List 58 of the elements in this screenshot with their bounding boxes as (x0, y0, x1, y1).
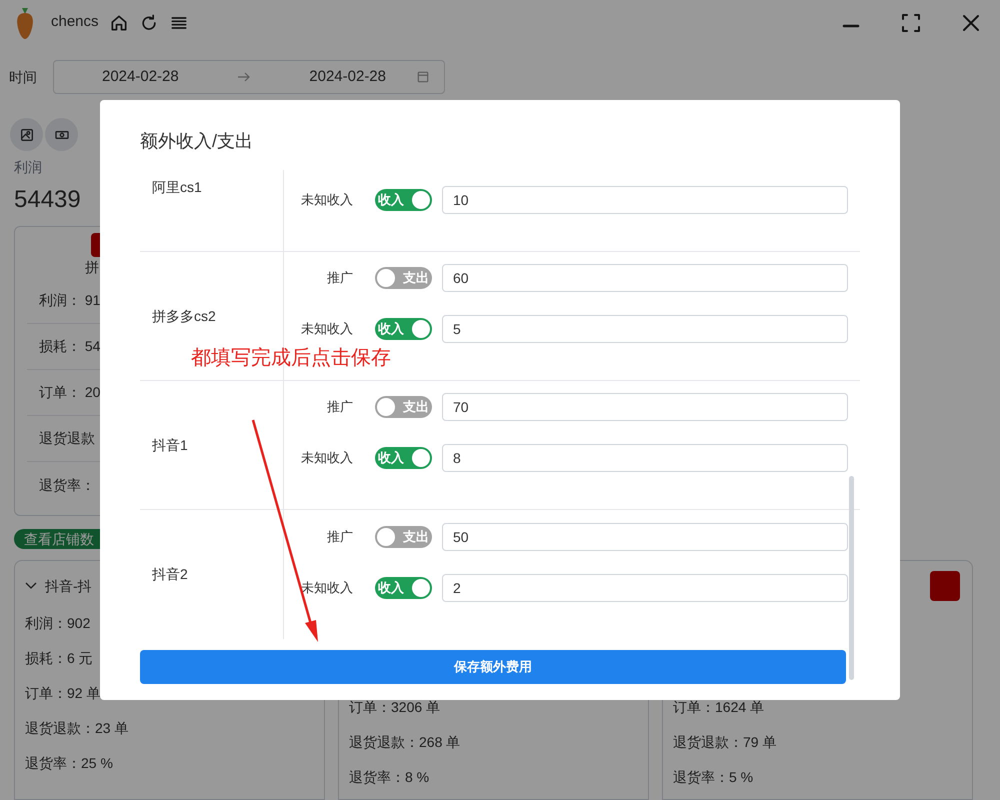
amount-input[interactable]: 70 (442, 393, 848, 421)
dialog-title: 额外收入/支出 (139, 130, 254, 153)
stat-text: 退货率： (39, 476, 95, 495)
home-icon[interactable] (108, 12, 129, 33)
amount-input[interactable]: 8 (442, 444, 848, 472)
shop-name: 拼 (85, 258, 100, 278)
item-label: 未知收入 (300, 191, 353, 210)
amount-input[interactable]: 60 (442, 264, 848, 292)
stat-text: 退货退款：268 单 (349, 733, 462, 750)
stat-text: 退货退款：79 单 (673, 733, 778, 750)
stat-text: 订单：3206 单 (349, 698, 442, 715)
item-label: 未知收入 (300, 579, 353, 598)
item-label: 推广 (326, 398, 353, 416)
toggle-switch[interactable]: 收入 (375, 189, 432, 211)
stat-text: 损耗：6 元 (25, 649, 94, 666)
profit-label: 利润 (13, 158, 43, 178)
stat-text: 损耗： 54 (39, 337, 100, 356)
stat-text: 订单： 20 (39, 383, 100, 402)
toggle-switch[interactable]: 支出 (375, 526, 432, 548)
stat-text: 退货率：5 % (673, 768, 754, 785)
group-name: 抖音1 (152, 436, 188, 454)
save-button[interactable]: 保存额外费用 (140, 650, 846, 684)
arrow-icon (238, 72, 250, 82)
amount-input[interactable]: 10 (442, 186, 848, 214)
amount-input[interactable]: 50 (442, 523, 848, 551)
stat-text: 订单：1624 单 (673, 698, 766, 715)
date-range-field[interactable]: 2024-02-28 2024-02-28 (53, 60, 445, 94)
image-icon (18, 126, 34, 143)
shop-name: 抖音-抖 (45, 576, 92, 596)
toggle-switch[interactable]: 支出 (375, 396, 432, 418)
amount-input[interactable]: 2 (442, 574, 848, 602)
user-name: chencs (51, 12, 99, 32)
stat-text: 利润： 91 (39, 291, 100, 310)
item-label: 未知收入 (300, 449, 353, 468)
stat-text: 退货率：25 % (25, 754, 114, 771)
stat-text: 退货率：8 % (349, 768, 430, 785)
toggle-switch[interactable]: 收入 (375, 447, 432, 469)
toggle-switch[interactable]: 支出 (375, 267, 432, 289)
group-name: 抖音2 (152, 565, 188, 584)
chevron-icon[interactable] (25, 582, 37, 590)
filter-label: 时间 (9, 68, 37, 87)
item-label: 未知收入 (300, 320, 353, 338)
toggle-switch[interactable]: 收入 (375, 577, 432, 599)
stat-text: 订单：92 单 (25, 684, 102, 701)
item-label: 推广 (326, 528, 353, 546)
item-label: 推广 (326, 269, 353, 288)
stat-text: 退货退款 (39, 429, 95, 448)
group-name: 拼多多cs2 (152, 306, 216, 326)
group-name: 阿里cs1 (152, 178, 202, 196)
amount-input[interactable]: 5 (442, 315, 848, 343)
stat-text: 退货退款：23 单 (25, 719, 130, 736)
scrollbar[interactable] (849, 476, 854, 680)
profit-value: 54439 (14, 185, 81, 216)
image-button[interactable] (10, 118, 43, 152)
stat-text: 利润：902 (25, 614, 92, 631)
money-button[interactable] (45, 118, 78, 152)
annotation-text: 都填写完成后点击保存 (191, 346, 391, 371)
toggle-switch[interactable]: 收入 (375, 318, 432, 340)
